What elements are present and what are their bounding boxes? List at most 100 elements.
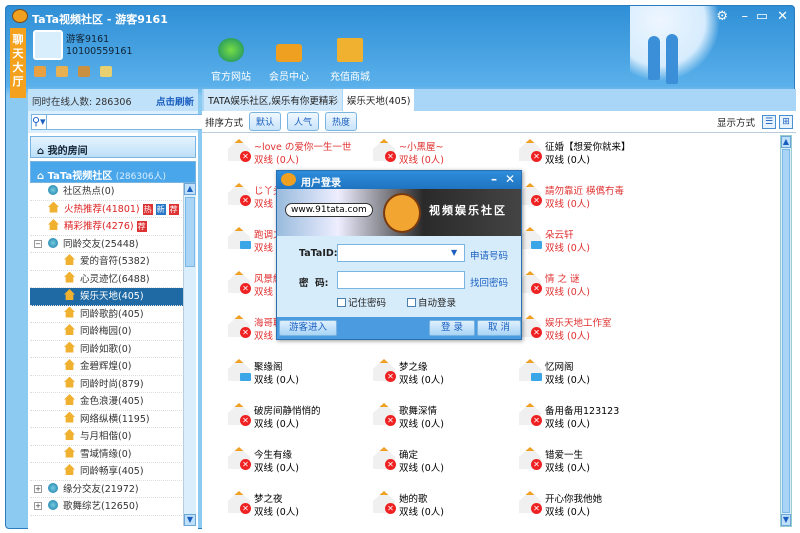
auto-login-checkbox[interactable]: 自动登录 xyxy=(407,295,456,309)
room-item[interactable]: ✕ 梦之缘 双线 (0人) xyxy=(373,359,518,389)
room-item[interactable]: ✕ 娱乐天地工作室 双线 (0人) xyxy=(519,315,664,345)
expand-toggle[interactable]: + xyxy=(34,502,42,510)
room-item[interactable]: ✕ 情 之 谜双线 (0人) xyxy=(519,271,664,301)
tools-icon[interactable] xyxy=(78,66,90,77)
auto-login-label: 自动登录 xyxy=(418,298,457,309)
room-item[interactable]: ✕ 破房间静悄悄的 双线 (0人) xyxy=(228,403,373,433)
expand-toggle[interactable]: + xyxy=(34,484,42,493)
room-item[interactable]: 朵云轩 双线 (0人) xyxy=(519,227,664,257)
scroll-up-button[interactable]: ▲ xyxy=(781,136,791,148)
tree-item[interactable]: 同龄如歌(0) xyxy=(30,341,196,358)
house-icon xyxy=(64,254,75,265)
login-button[interactable]: 登 录 xyxy=(429,320,475,336)
tree-item[interactable]: 网络纵横(1195) xyxy=(30,411,196,428)
room-name: ~小黑屋~ xyxy=(399,142,444,153)
guest-enter-button[interactable]: 游客进入 xyxy=(279,320,337,336)
remember-password-checkbox[interactable]: 记住密码 xyxy=(337,295,386,309)
grid-view-button[interactable]: ⊞ xyxy=(779,114,793,129)
scroll-up-button[interactable]: ▲ xyxy=(184,183,196,195)
room-item[interactable]: ✕ 歌舞深情 双线 (0人) xyxy=(373,403,518,433)
search-icon[interactable]: ⚲▾ xyxy=(31,114,47,130)
tree-item[interactable]: 同龄畅享(405) xyxy=(30,463,196,481)
tree-item[interactable]: 同龄时尚(879) xyxy=(30,376,196,393)
expand-toggle[interactable]: − xyxy=(34,239,42,248)
scroll-down-button[interactable]: ▼ xyxy=(781,514,791,526)
tab-bar: TATA娱乐社区,娱乐有你更精彩 娱乐天地(405) xyxy=(202,89,796,111)
tree-item[interactable]: 爱的音符(5382) xyxy=(30,253,196,271)
room-name: 娱乐天地工作室 xyxy=(545,318,612,329)
tree-scrollbar[interactable]: ▲ ▼ xyxy=(183,183,196,526)
search-input[interactable] xyxy=(46,114,225,130)
tree-item[interactable]: 精彩推荐(4276) 荐 xyxy=(30,218,196,236)
tree-item[interactable]: 雪域情缘(0) xyxy=(30,446,196,463)
nav-member-center[interactable]: 会员中心 xyxy=(259,38,319,83)
room-item[interactable]: ✕ 請勿靠近 楧儰冇毒 双线 (0人) xyxy=(519,183,664,213)
dialog-close-button[interactable]: ✕ xyxy=(505,172,515,186)
tree-item[interactable]: − 同龄交友(25448) xyxy=(30,236,196,253)
dialog-minimize-button[interactable]: – xyxy=(491,172,497,186)
room-item[interactable]: ✕ 今生有缘 双线 (0人) xyxy=(228,447,373,477)
scroll-down-button[interactable]: ▼ xyxy=(184,514,196,526)
scroll-track: ▲ ▼ xyxy=(781,136,791,526)
room-item[interactable]: ✕ 备用备用123123 双线 (0人) xyxy=(519,403,664,433)
minimize-button[interactable]: – xyxy=(742,9,749,24)
settings-icon[interactable]: ⚙ xyxy=(716,9,728,24)
my-room-section[interactable]: ⌂ 我的房间 xyxy=(30,136,196,158)
tab-community-home[interactable]: TATA娱乐社区,娱乐有你更精彩 xyxy=(204,89,342,111)
tree-item-label: 爱的音符(5382) xyxy=(80,256,150,267)
box-icon[interactable] xyxy=(56,66,68,77)
tree-item[interactable]: 同龄梅园(0) xyxy=(30,323,196,341)
room-item[interactable]: ✕ ~love の爱你一生一世 双线 (0人) xyxy=(228,139,373,169)
dialog-title: 用户登录 xyxy=(301,178,341,189)
tree-item[interactable]: 同龄歌韵(405) xyxy=(30,306,196,323)
room-item[interactable]: ✕ 梦之夜 双线 (0人) xyxy=(228,491,373,521)
rooms-scrollbar[interactable]: ▲ ▼ xyxy=(780,135,792,527)
room-item[interactable]: ✕ 开心你我他她 双线 (0人) xyxy=(519,491,664,521)
scroll-thumb[interactable] xyxy=(185,197,195,267)
sort-popularity-button[interactable]: 人气 xyxy=(287,112,320,131)
refresh-link[interactable]: 点击刷新 xyxy=(156,94,194,108)
tree-item[interactable]: 与月相偕(0) xyxy=(30,428,196,446)
password-label: 密 码: xyxy=(299,278,329,289)
password-input[interactable] xyxy=(337,271,465,289)
avatar[interactable] xyxy=(33,30,63,60)
scroll-thumb[interactable] xyxy=(782,149,790,513)
nav-recharge-mall[interactable]: 充值商城 xyxy=(320,38,380,83)
tree-item[interactable]: 社区热点(0) xyxy=(30,183,196,201)
close-button[interactable]: ✕ xyxy=(777,9,788,24)
offline-x-icon: ✕ xyxy=(531,459,542,470)
tree-item[interactable]: 火热推荐(41801) 热新荐 xyxy=(30,201,196,218)
room-item[interactable]: ✕ 错爱一生 双线 (0人) xyxy=(519,447,664,477)
house-icon xyxy=(64,411,75,423)
tataid-input[interactable] xyxy=(337,244,465,262)
room-name: 征婚【想爱你就来】 xyxy=(545,142,631,153)
room-item[interactable]: ✕ 征婚【想爱你就来】 双线 (0人) xyxy=(519,139,664,169)
tree-item[interactable]: 金色浪漫(405) xyxy=(30,393,196,411)
nav-official-site[interactable]: 官方网站 xyxy=(201,38,261,83)
cancel-button[interactable]: 取 消 xyxy=(477,320,521,336)
sort-heat-button[interactable]: 热度 xyxy=(325,112,358,131)
community-section[interactable]: ⌂ TaTa视频社区 (286306人) xyxy=(30,161,196,183)
edit-icon[interactable] xyxy=(100,66,112,77)
room-item[interactable]: ✕ ~小黑屋~ 双线 (0人) xyxy=(373,139,518,169)
tab-entertainment[interactable]: 娱乐天地(405) xyxy=(342,89,415,111)
apply-number-link[interactable]: 申请号码 xyxy=(470,248,508,262)
crown-icon xyxy=(276,44,302,62)
sort-default-button[interactable]: 默认 xyxy=(249,112,282,131)
tree-item[interactable]: 娱乐天地(405) xyxy=(30,288,196,306)
room-item[interactable]: ✕ 她的歌 双线 (0人) xyxy=(373,491,518,521)
tree-item[interactable]: 心灵迹忆(6488) xyxy=(30,271,196,288)
list-view-button[interactable]: ☰ xyxy=(762,114,776,129)
community-count: (286306人) xyxy=(115,172,167,182)
tree-item[interactable]: 金碧辉煌(0) xyxy=(30,358,196,376)
recover-password-link[interactable]: 找回密码 xyxy=(470,275,508,289)
room-item[interactable]: 忆网阁 双线 (0人) xyxy=(519,359,664,389)
offline-x-icon: ✕ xyxy=(240,283,251,294)
maximize-button[interactable]: ▭ xyxy=(756,9,768,24)
chat-hall-tab[interactable]: 聊天大厅 xyxy=(10,28,26,98)
coins-icon[interactable] xyxy=(34,66,46,77)
room-item[interactable]: 聚缘阁 双线 (0人) xyxy=(228,359,373,389)
tree-item[interactable]: + 缘分交友(21972) xyxy=(30,481,196,498)
room-item[interactable]: ✕ 确定 双线 (0人) xyxy=(373,447,518,477)
tree-item[interactable]: + 歌舞综艺(12650) xyxy=(30,498,196,516)
